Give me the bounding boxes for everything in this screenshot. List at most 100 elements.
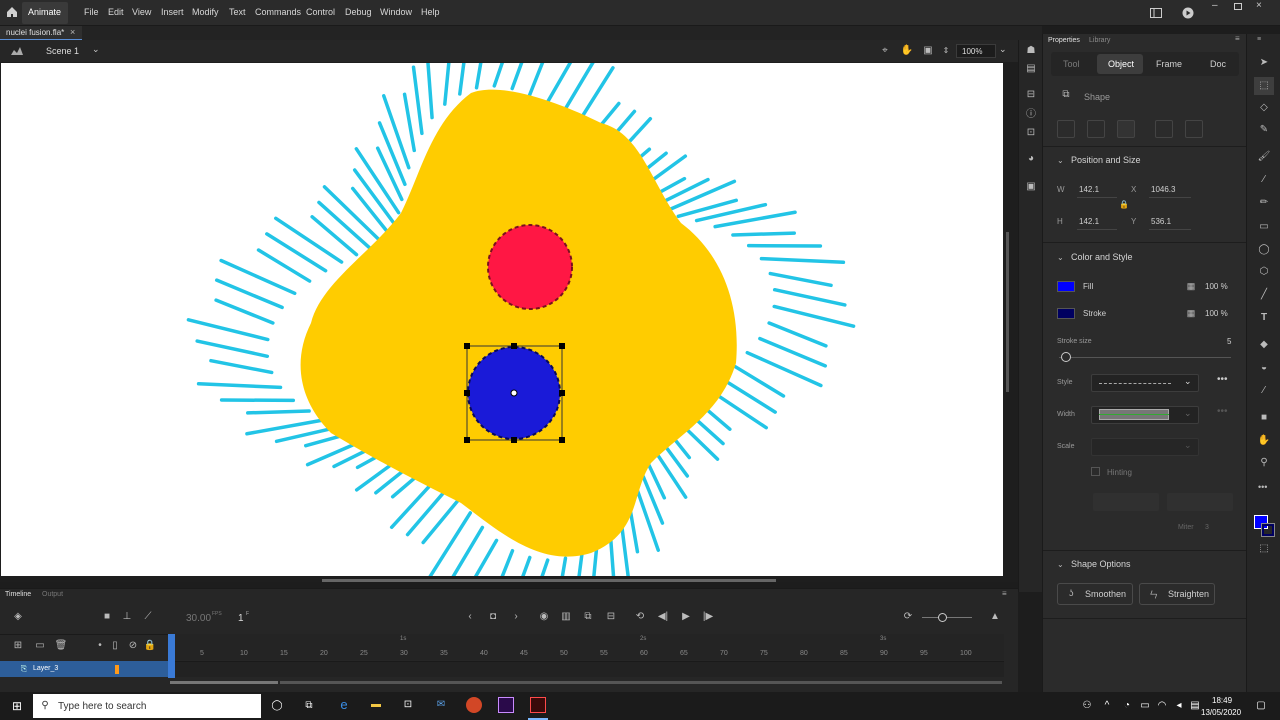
edge-icon[interactable]: e <box>336 698 352 712</box>
lock-icon[interactable]: 🔒 <box>1118 198 1130 212</box>
menu-view[interactable]: View <box>132 7 151 17</box>
fill-alpha[interactable]: 100 % <box>1205 282 1228 291</box>
lock-layers-icon[interactable]: 🔒 <box>143 639 157 653</box>
stroke-color-swatch[interactable] <box>1261 523 1275 537</box>
tab-library[interactable]: Library <box>1089 37 1110 44</box>
camera-tool-icon[interactable]: ■ <box>1256 411 1272 425</box>
create-tween-icon[interactable]: ⧉ <box>581 610 595 624</box>
volume-icon[interactable]: ◂ <box>1172 699 1186 713</box>
frame-ruler[interactable]: 5 10 15 20 25 30 35 40 45 50 55 60 65 70 75 80 85 90 95 100… <box>168 634 1004 660</box>
zoom-dropdown-icon[interactable]: ⌄ <box>999 44 1007 55</box>
tab-properties[interactable]: Properties <box>1048 37 1080 44</box>
timeline-zoom-slider[interactable] <box>922 617 972 618</box>
subtab-tool[interactable]: Tool <box>1063 59 1080 69</box>
outline-icon[interactable]: ▯ <box>110 639 120 653</box>
center-stage-icon[interactable]: ⌖ <box>878 44 892 58</box>
battery-icon[interactable]: ▭ <box>1138 699 1152 713</box>
arrange-icon[interactable] <box>1117 120 1135 138</box>
home-icon[interactable] <box>6 6 18 18</box>
fps-value[interactable]: 30.00 <box>186 613 211 624</box>
zoom-stepper-icon[interactable]: ⇕ <box>941 44 951 58</box>
color-style-title[interactable]: Color and Style <box>1071 252 1133 262</box>
minimize-icon[interactable]: – <box>1212 0 1218 11</box>
menu-modify[interactable]: Modify <box>192 7 219 17</box>
cortana-icon[interactable]: ◯ <box>270 699 284 713</box>
assets-icon[interactable]: ☗ <box>1023 44 1039 58</box>
wifi-icon[interactable]: ◠ <box>1155 699 1169 713</box>
stage[interactable] <box>1 63 1003 576</box>
subtab-object[interactable]: Object <box>1108 59 1134 69</box>
frame-track[interactable] <box>168 661 1004 677</box>
timeline-menu-icon[interactable]: ≡ <box>1002 589 1007 598</box>
menu-edit[interactable]: Edit <box>108 7 124 17</box>
premiere-icon[interactable] <box>498 697 514 713</box>
hinting-checkbox[interactable] <box>1091 467 1100 476</box>
fill-swatch[interactable] <box>1057 281 1075 292</box>
menu-commands[interactable]: Commands <box>255 7 301 17</box>
play-icon[interactable]: ▶ <box>679 610 693 624</box>
notifications-icon[interactable]: ▢ <box>1254 699 1268 713</box>
hide-icon[interactable]: ⊘ <box>126 639 140 653</box>
menu-text[interactable]: Text <box>229 7 246 17</box>
menu-window[interactable]: Window <box>380 7 412 17</box>
transform-icon[interactable]: ⊡ <box>1023 126 1039 140</box>
layers-icon[interactable]: ◈ <box>11 610 25 624</box>
stroke-swatch[interactable] <box>1057 308 1075 319</box>
network-icon[interactable]: ◔ <box>1120 699 1134 713</box>
selection-tool-icon[interactable]: ➤ <box>1256 56 1272 70</box>
new-layer-icon[interactable]: ⊞ <box>11 639 25 653</box>
tray-chevron-icon[interactable]: ^ <box>1100 699 1114 713</box>
camera-icon[interactable]: ■ <box>100 610 114 624</box>
eraser-tool-icon[interactable]: ◆ <box>1256 338 1272 352</box>
insert-frame-icon[interactable]: ⊟ <box>604 610 618 624</box>
menu-help[interactable]: Help <box>421 7 440 17</box>
next-keyframe-icon[interactable]: › <box>509 610 523 624</box>
stroke-alpha[interactable]: 100 % <box>1205 309 1228 318</box>
delete-layer-icon[interactable]: 🗑 <box>54 639 68 653</box>
step-back-icon[interactable]: ◀| <box>656 610 670 624</box>
menu-insert[interactable]: Insert <box>161 7 184 17</box>
layer-name[interactable]: Layer_3 <box>33 665 58 672</box>
onion-skin-icon[interactable]: ◉ <box>537 610 551 624</box>
polystar-tool-icon[interactable]: ⬡ <box>1256 265 1272 279</box>
frame-value[interactable]: 1 <box>238 613 244 624</box>
store-icon[interactable]: ⊡ <box>400 698 416 712</box>
add-asset-icon[interactable] <box>1185 120 1203 138</box>
clock-date[interactable]: 13/05/2020 <box>1201 708 1241 717</box>
chevron-down-icon[interactable]: ⌄ <box>1057 156 1064 165</box>
highlight-layer-icon[interactable]: • <box>95 639 105 653</box>
transform-tool-icon[interactable]: ⬚ <box>1256 542 1272 556</box>
pin-tool-icon[interactable]: ✎ <box>1256 123 1272 137</box>
playhead[interactable] <box>168 634 175 678</box>
x-field[interactable]: 1046.3 <box>1151 185 1175 194</box>
stroke-size-value[interactable]: 5 <box>1227 337 1231 346</box>
close-window-icon[interactable]: × <box>1256 0 1262 11</box>
new-folder-icon[interactable]: ▭ <box>33 639 47 653</box>
chevron-down-icon[interactable]: ⌄ <box>1184 376 1192 387</box>
oval-tool-icon[interactable]: ◯ <box>1256 243 1272 257</box>
edit-multiple-frames-icon[interactable]: ▥ <box>559 610 573 624</box>
zoom-tool-icon[interactable]: ⚲ <box>1256 456 1272 470</box>
mail-icon[interactable]: ✉ <box>433 698 449 712</box>
menu-file[interactable]: File <box>84 7 99 17</box>
lasso-tool-icon[interactable]: ◇ <box>1256 101 1272 115</box>
play-test-icon[interactable] <box>1182 7 1194 19</box>
stage-vertical-scrollbar[interactable] <box>1006 232 1009 392</box>
text-tool-icon[interactable]: T <box>1256 311 1272 325</box>
stage-horizontal-scrollbar[interactable] <box>322 579 776 582</box>
layer-parenting-icon[interactable]: ⊥ <box>120 610 134 624</box>
paint-brush-icon[interactable]: 🖌 <box>1256 150 1272 164</box>
stroke-size-handle[interactable] <box>1061 352 1071 362</box>
position-size-title[interactable]: Position and Size <box>1071 155 1141 165</box>
subtab-frame[interactable]: Frame <box>1156 59 1182 69</box>
rectangle-tool-icon[interactable]: ▭ <box>1256 220 1272 234</box>
tab-timeline[interactable]: Timeline <box>5 591 31 598</box>
layers-scrollbar[interactable] <box>170 681 278 684</box>
powerpoint-icon[interactable] <box>466 697 482 713</box>
chevron-down-icon[interactable]: ⌄ <box>1057 253 1064 262</box>
color-icon[interactable]: ◕ <box>1023 152 1039 166</box>
line-tool-icon[interactable]: ╱ <box>1256 288 1272 302</box>
menu-control[interactable]: Control <box>306 7 335 17</box>
animate-icon[interactable] <box>530 697 546 713</box>
keyboard-icon[interactable]: ▤ <box>1188 699 1202 713</box>
